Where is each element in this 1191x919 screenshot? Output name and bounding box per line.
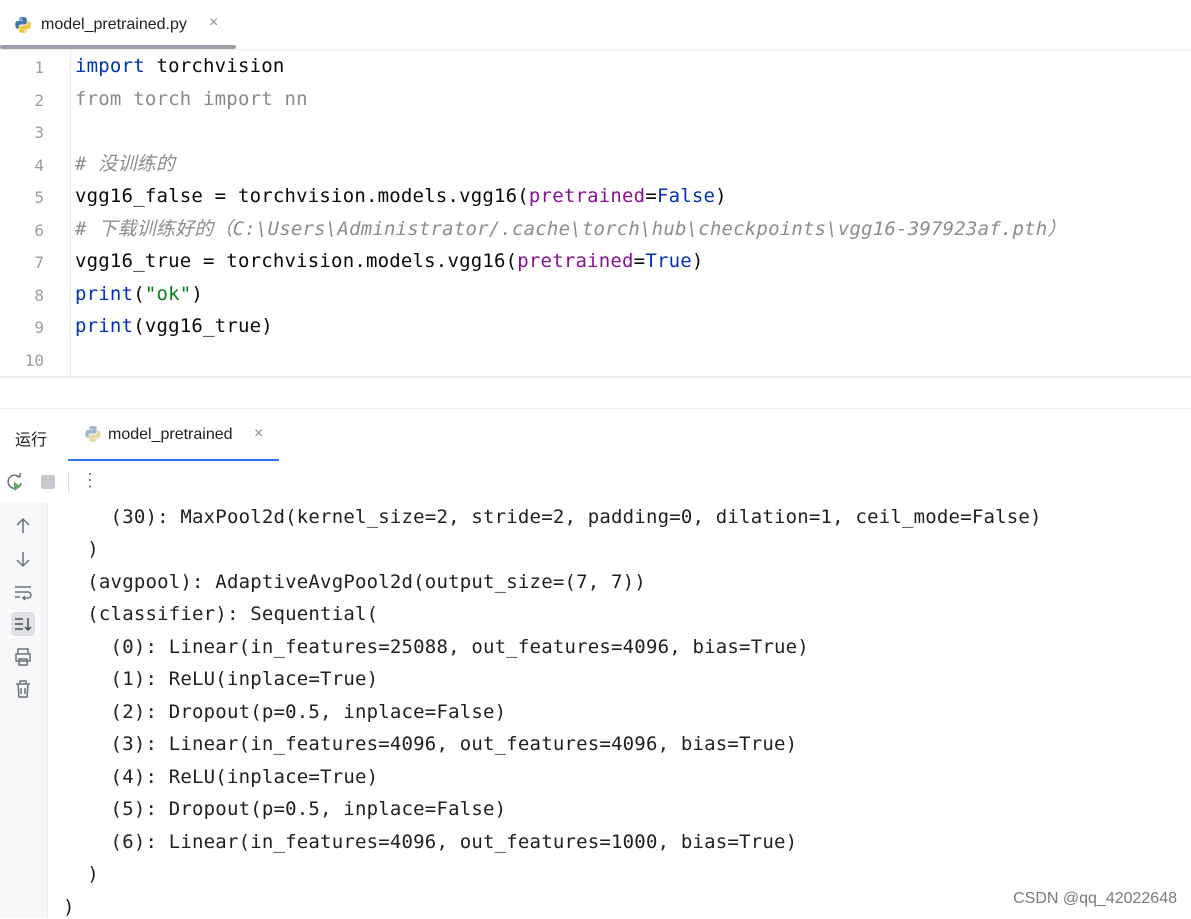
run-tab-title: model_pretrained xyxy=(108,426,233,443)
python-file-icon xyxy=(15,17,31,33)
more-options-icon[interactable]: ⋮ xyxy=(80,470,100,490)
scroll-to-end-icon[interactable] xyxy=(11,612,35,636)
line-number: 9 xyxy=(34,318,44,337)
editor-tab-model-pretrained[interactable]: model_pretrained.py × xyxy=(0,0,236,49)
code-token: (vgg16_true) xyxy=(133,315,273,337)
code-line: vgg16_false = torchvision.models.vgg16(p… xyxy=(75,184,727,208)
code-editor[interactable]: 1 2 3 4 5 6 7 8 9 10 import torchvision f… xyxy=(0,50,1191,376)
code-token: print xyxy=(75,315,134,337)
active-tab-indicator xyxy=(0,45,236,49)
console-line: (0): Linear(in_features=25088, out_featu… xyxy=(64,636,809,658)
print-icon[interactable] xyxy=(11,645,35,669)
console-line: (3): Linear(in_features=4096, out_featur… xyxy=(64,733,798,755)
console-line: (avgpool): AdaptiveAvgPool2d(output_size… xyxy=(64,571,646,593)
line-number: 6 xyxy=(34,221,44,240)
arrow-up-icon[interactable] xyxy=(11,514,35,538)
code-line: # 没训练的 xyxy=(75,152,175,176)
toolbar-divider xyxy=(68,473,69,493)
code-token: print xyxy=(75,283,134,305)
code-token: ) xyxy=(715,185,727,207)
code-line: print("ok") xyxy=(75,282,203,306)
console-side-toolbar xyxy=(0,503,48,918)
console-line: (classifier): Sequential( xyxy=(64,603,379,625)
line-number: 7 xyxy=(34,253,44,272)
console-line: ) xyxy=(64,863,99,885)
run-tab-model-pretrained[interactable]: model_pretrained × xyxy=(68,409,279,462)
code-token: vgg16_true = torchvision.models.vgg16( xyxy=(75,250,518,272)
line-number: 2 xyxy=(34,91,44,110)
editor-tab-close-icon[interactable]: × xyxy=(209,14,218,32)
line-number-gutter: 1 2 3 4 5 6 7 8 9 10 xyxy=(0,50,71,376)
run-tab-close-icon[interactable]: × xyxy=(254,425,263,443)
console-line: (5): Dropout(p=0.5, inplace=False) xyxy=(64,798,507,820)
console-line: (1): ReLU(inplace=True) xyxy=(64,668,379,690)
editor-tab-bar: model_pretrained.py × xyxy=(0,0,1191,50)
code-token: False xyxy=(656,185,716,207)
code-token: from torch import nn xyxy=(75,88,308,110)
line-number: 5 xyxy=(34,188,44,207)
editor-tab-title: model_pretrained.py xyxy=(41,16,187,33)
code-line: print(vgg16_true) xyxy=(75,314,273,338)
console-line: ) xyxy=(64,538,99,560)
code-token: # 没训练的 xyxy=(75,153,176,175)
stop-icon[interactable] xyxy=(38,472,58,492)
code-token: pretrained xyxy=(528,185,646,207)
code-token: vgg16_false = torchvision.models.vgg16( xyxy=(75,185,529,207)
panel-splitter[interactable] xyxy=(0,376,1191,410)
code-token: pretrained xyxy=(517,250,634,272)
code-token: ( xyxy=(133,283,145,305)
code-line: vgg16_true = torchvision.models.vgg16(pr… xyxy=(75,249,704,273)
trash-icon[interactable] xyxy=(11,677,35,701)
line-number: 4 xyxy=(34,156,44,175)
rerun-icon[interactable] xyxy=(5,472,25,492)
console-line: (4): ReLU(inplace=True) xyxy=(64,766,379,788)
python-run-config-icon xyxy=(85,426,101,442)
console-line: (30): MaxPool2d(kernel_size=2, stride=2,… xyxy=(64,506,1042,528)
code-token: "ok" xyxy=(144,283,192,305)
watermark: CSDN @qq_42022648 xyxy=(1013,890,1177,907)
console-line: ) xyxy=(63,896,75,918)
soft-wrap-icon[interactable] xyxy=(11,580,35,604)
code-token: = xyxy=(633,250,646,272)
arrow-down-icon[interactable] xyxy=(11,547,35,571)
code-token: # 下载训练好的（C:\Users\Administrator/.cache\t… xyxy=(75,218,1067,240)
run-tool-window-header: 运行 model_pretrained × xyxy=(0,408,1191,462)
code-token: import xyxy=(75,55,145,77)
code-line: # 下载训练好的（C:\Users\Administrator/.cache\t… xyxy=(75,217,1067,241)
run-panel-label: 运行 xyxy=(15,432,48,449)
console-output[interactable]: (30): MaxPool2d(kernel_size=2, stride=2,… xyxy=(48,503,1191,918)
line-number: 1 xyxy=(34,58,44,77)
line-number: 10 xyxy=(24,351,44,370)
code-token: ) xyxy=(691,250,704,272)
code-token: True xyxy=(645,250,692,272)
line-number: 3 xyxy=(34,123,44,142)
code-token: torchvision xyxy=(144,55,285,77)
code-token: ) xyxy=(191,283,204,305)
console-line: (6): Linear(in_features=4096, out_featur… xyxy=(64,831,798,853)
code-token: = xyxy=(645,185,657,207)
code-line: from torch import nn xyxy=(75,87,308,111)
console-line: (2): Dropout(p=0.5, inplace=False) xyxy=(64,701,507,723)
run-toolbar: ⋮ xyxy=(0,461,1191,503)
line-number: 8 xyxy=(34,286,44,305)
code-line: import torchvision xyxy=(75,54,285,78)
